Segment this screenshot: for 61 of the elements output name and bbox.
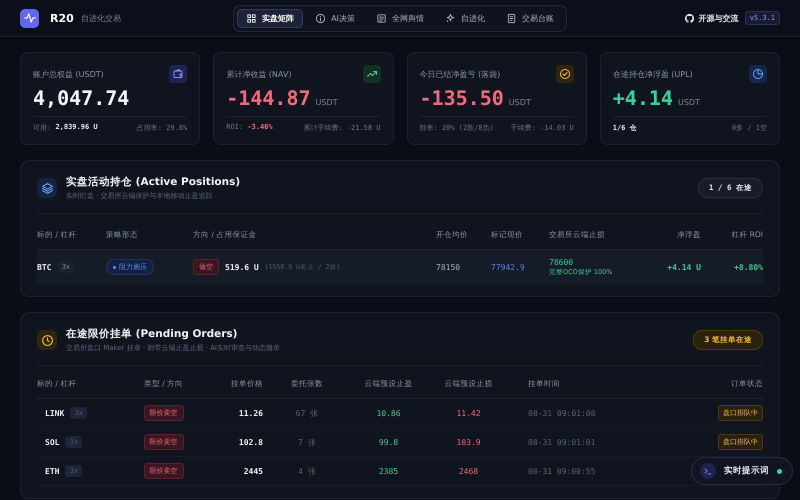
stat-value: 4,047.74	[33, 86, 130, 110]
ledger-icon	[506, 12, 517, 24]
stat-label: 在途持仓净浮盈 (UPL)	[612, 68, 693, 80]
order-price: 102.8	[238, 438, 263, 446]
stop-loss-price: 11.42	[455, 408, 482, 418]
take-profit-price: 10.86	[375, 408, 402, 418]
terminal-icon	[703, 466, 713, 476]
symbol-text: SOL	[45, 438, 60, 446]
pie-chart-icon	[752, 68, 764, 80]
app-subtitle: 自进化交易	[80, 12, 121, 24]
order-quantity: 7 张	[297, 436, 317, 448]
github-icon	[684, 12, 695, 24]
sparkle-icon	[444, 12, 456, 24]
clock-icon	[40, 334, 54, 346]
take-profit-price: 99.8	[378, 438, 400, 446]
unit-label: USDT	[316, 98, 338, 107]
order-price: 2445	[242, 466, 263, 476]
nav-tab[interactable]: 实盘矩阵	[237, 8, 304, 28]
nav-tab[interactable]: 全网舆情	[366, 8, 433, 28]
layers-icon	[40, 182, 54, 194]
nav-tab[interactable]: AI决策	[306, 8, 364, 28]
stop-loss-price: 103.9	[455, 438, 482, 446]
symbol-text: BTC	[37, 262, 52, 272]
nav-tab[interactable]: 交易台账	[496, 8, 563, 28]
stop-loss-price: 2468	[458, 466, 480, 476]
order-price: 11.26	[238, 408, 263, 418]
trend-up-icon	[366, 68, 378, 80]
unit-label: USDT	[508, 98, 531, 107]
order-time: 08-31 09:01:01	[527, 438, 596, 446]
order-time: 08-31 09:01:08	[527, 408, 596, 418]
nav-tab[interactable]: 自进化	[436, 8, 494, 28]
order-time: 08-31 09:00:55	[527, 466, 596, 476]
panel-title: 实盘活动持仓 (Active Positions)	[66, 175, 240, 189]
stop-price: 78600	[549, 258, 574, 266]
order-quantity: 67 张	[294, 408, 320, 418]
stat-value: +4.14	[612, 86, 673, 110]
newspaper-icon	[376, 12, 387, 24]
stat-label: 今日已结净盈亏 (落袋)	[420, 68, 500, 80]
github-link[interactable]: 开源与交流	[684, 12, 739, 24]
unit-label: USDT	[678, 98, 700, 107]
panel-title: 在途限价挂单 (Pending Orders)	[66, 327, 238, 341]
stat-label: 账户总权益 (USDT)	[33, 68, 104, 80]
wallet-icon	[172, 68, 184, 80]
order-quantity: 4 张	[297, 466, 317, 476]
entry-price: 78150	[436, 262, 462, 272]
symbol-text: LINK	[45, 408, 64, 418]
stat-label: 累计净收益 (NAV)	[226, 68, 292, 80]
check-circle-icon	[558, 68, 571, 80]
symbol-text: ETH	[45, 466, 60, 476]
prompt-label: 实时提示词	[724, 465, 769, 477]
grid-icon	[246, 12, 258, 24]
take-profit-price: 2385	[378, 466, 400, 476]
prompt-button[interactable]: 实时提示词	[691, 457, 793, 485]
app-name: R20	[50, 12, 74, 24]
roi-value: +8.80%	[733, 262, 763, 272]
info-icon	[315, 12, 326, 24]
pnl-value: +4.14 U	[666, 262, 701, 272]
stat-value: -144.87	[226, 86, 311, 110]
stat-value: -135.50	[420, 86, 504, 110]
margin-value: 519.6 U	[225, 262, 259, 272]
mark-price: 77942.9	[491, 262, 526, 272]
